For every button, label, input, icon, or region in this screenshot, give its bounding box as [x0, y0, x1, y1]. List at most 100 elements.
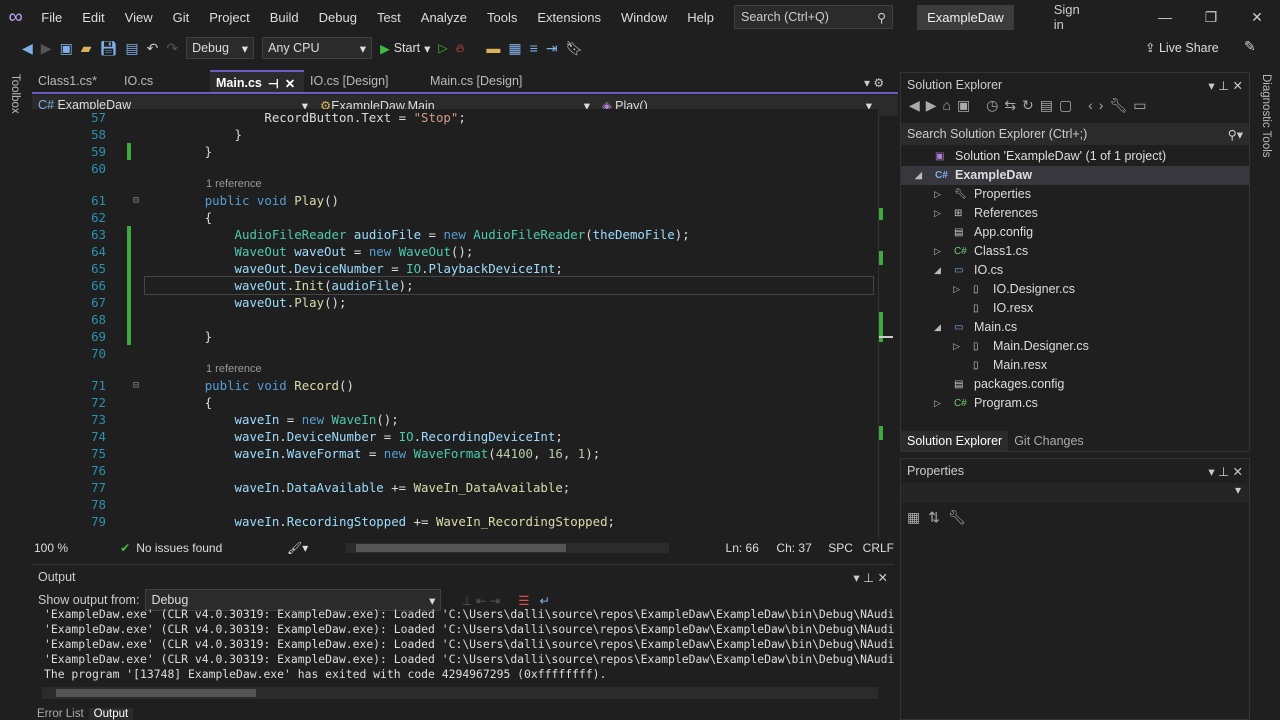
expander-icon[interactable]: ▷	[934, 242, 941, 261]
diagnostic-tools-strip[interactable]: Diagnostic Tools	[1252, 72, 1280, 720]
reference-codelens[interactable]: 1 reference	[32, 362, 878, 377]
tab-overflow-icon[interactable]: ▾ ⚙	[864, 76, 884, 90]
menu-build[interactable]: Build	[260, 10, 309, 25]
hot-reload-icon[interactable]: 🔥︎	[456, 41, 465, 56]
tree-item[interactable]: ▷ C# Program.cs	[901, 394, 1249, 413]
properties-toolbar[interactable]: ▦⇅🔧︎	[901, 503, 1249, 532]
platform-dropdown[interactable]: Any CPU ▾	[262, 37, 373, 59]
code-editor[interactable]: 57 RecordButton.Text = "Stop"; 58 } 59 } 60…	[32, 109, 878, 531]
editor-vertical-scrollbar[interactable]	[878, 116, 894, 538]
code-token: new	[301, 412, 325, 427]
menu-help[interactable]: Help	[677, 10, 724, 25]
tab-solution-explorer[interactable]: Solution Explorer	[901, 431, 1009, 451]
close-window-button[interactable]: ✕	[1234, 9, 1280, 26]
tree-item[interactable]: ▷ 🔧︎ Properties	[901, 185, 1249, 204]
solution-explorer-toolbar[interactable]: ◀▶⌂▣ ◷⇆↻▤▢ ‹›🔧︎▭	[901, 97, 1249, 121]
start-without-debugging-icon[interactable]: ▷	[438, 41, 447, 55]
new-project-icon[interactable]: ▣	[60, 40, 73, 57]
cleanup-icon[interactable]: 🖌︎▾	[287, 541, 346, 555]
menu-analyze[interactable]: Analyze	[411, 10, 477, 25]
menu-file[interactable]: File	[31, 10, 72, 25]
expander-icon[interactable]: ▷	[953, 337, 960, 356]
save-icon[interactable]: 💾︎	[100, 40, 118, 57]
tab-main-cs-design-[interactable]: Main.cs [Design]	[424, 70, 554, 92]
expander-icon[interactable]: ▷	[934, 185, 941, 204]
toolbox-strip[interactable]: Toolbox	[0, 72, 30, 720]
menu-git[interactable]: Git	[163, 10, 200, 25]
zoom-level[interactable]: 100 %	[32, 541, 120, 555]
start-button[interactable]: ▶ Start ▾	[380, 41, 430, 56]
feedback-icon[interactable]: ✎	[1244, 38, 1256, 55]
redo-icon[interactable]: ↷	[166, 40, 178, 57]
close-icon[interactable]: ✕	[285, 76, 295, 91]
solution-search-input[interactable]: Search Solution Explorer (Ctrl+;) ⚲▾	[901, 123, 1249, 145]
tab-output[interactable]: Output	[88, 708, 134, 720]
panel-controls[interactable]: ▾ ⊥ ✕	[1208, 464, 1243, 479]
tree-item[interactable]: ▣ Solution 'ExampleDaw' (1 of 1 project)	[901, 147, 1249, 166]
layout-icon[interactable]: ▦	[508, 40, 521, 57]
menu-extensions[interactable]: Extensions	[527, 10, 611, 25]
expander-icon[interactable]: ▷	[934, 394, 941, 413]
live-share-button[interactable]: ⇪ Live Share	[1145, 40, 1219, 55]
menu-edit[interactable]: Edit	[72, 10, 114, 25]
tab-io-cs[interactable]: IO.cs	[118, 70, 210, 92]
back-icon[interactable]: ◀	[22, 40, 33, 57]
maximize-button[interactable]: ❐	[1188, 9, 1234, 26]
tree-item[interactable]: ▷ ▯ IO.Designer.cs	[901, 280, 1249, 299]
comment-icon[interactable]: ≡	[530, 40, 538, 56]
clear-all-icon[interactable]: ☰	[518, 593, 529, 608]
tree-item-label: Program.cs	[974, 396, 1038, 410]
indent-icon[interactable]: ⇥	[546, 40, 558, 57]
expander-icon[interactable]: ◢	[934, 318, 941, 337]
tree-item[interactable]: ▷ C# Class1.cs	[901, 242, 1249, 261]
tab-main-cs[interactable]: Main.cs ⊣ ✕	[210, 70, 304, 92]
folder-icon[interactable]: ▬	[486, 40, 500, 56]
tab-class1-cs-[interactable]: Class1.cs*	[32, 70, 118, 92]
expander-icon[interactable]: ▷	[953, 280, 960, 299]
reference-codelens[interactable]: 1 reference	[32, 177, 878, 192]
issues-status[interactable]: No issues found	[130, 541, 287, 555]
save-all-icon[interactable]: ▤	[125, 40, 138, 57]
tab-git-changes[interactable]: Git Changes	[1008, 431, 1089, 451]
menu-debug[interactable]: Debug	[309, 10, 367, 25]
tree-item[interactable]: ◢ C# ExampleDaw	[901, 166, 1249, 185]
panel-controls[interactable]: ▾ ⊥ ✕	[1208, 78, 1243, 93]
output-horizontal-scrollbar[interactable]	[42, 687, 878, 699]
panel-controls[interactable]: ▾ ⊥ ✕	[853, 570, 888, 585]
minimize-button[interactable]: —	[1142, 9, 1188, 26]
properties-object-dropdown[interactable]: ▾	[901, 483, 1249, 503]
find-message-icon[interactable]: ⊥ ⇤ ⇥	[461, 593, 500, 608]
code-token: WaveOut	[398, 244, 451, 259]
menu-project[interactable]: Project	[199, 10, 259, 25]
tree-item[interactable]: ▯ IO.resx	[901, 299, 1249, 318]
word-wrap-icon[interactable]: ↵	[539, 593, 549, 608]
tree-item[interactable]: ◢ ▭ IO.cs	[901, 261, 1249, 280]
expander-icon[interactable]: ◢	[915, 166, 922, 185]
expander-icon[interactable]: ◢	[934, 261, 941, 280]
open-icon[interactable]: ▰	[81, 40, 92, 57]
tree-item[interactable]: ◢ ▭ Main.cs	[901, 318, 1249, 337]
editor-horizontal-scrollbar[interactable]	[345, 543, 669, 553]
expander-icon[interactable]: ▷	[934, 204, 941, 223]
configuration-dropdown[interactable]: Debug ▾	[186, 37, 255, 59]
pin-icon[interactable]: ⊣	[268, 76, 279, 91]
search-box[interactable]: Search (Ctrl+Q) ⚲	[733, 5, 894, 29]
sign-in-link[interactable]: Sign in	[1054, 2, 1082, 32]
tree-item[interactable]: ▤ packages.config	[901, 375, 1249, 394]
collapse-icon[interactable]: ⊟	[133, 192, 139, 209]
tree-item[interactable]: ▷ ▯ Main.Designer.cs	[901, 337, 1249, 356]
tree-item[interactable]: ▯ Main.resx	[901, 356, 1249, 375]
menu-window[interactable]: Window	[611, 10, 677, 25]
collapse-icon[interactable]: ⊟	[133, 377, 139, 394]
undo-icon[interactable]: ↶	[147, 40, 159, 57]
menu-tools[interactable]: Tools	[477, 10, 527, 25]
forward-icon[interactable]: ▶	[41, 40, 52, 57]
bookmark-icon[interactable]: 🔖︎	[566, 40, 584, 57]
tree-item[interactable]: ▤ App.config	[901, 223, 1249, 242]
menu-view[interactable]: View	[115, 10, 163, 25]
menu-test[interactable]: Test	[367, 10, 411, 25]
tree-item[interactable]: ▷ ⊞ References	[901, 204, 1249, 223]
tab-io-cs-design-[interactable]: IO.cs [Design]	[304, 70, 424, 92]
tab-error-list[interactable]: Error List	[32, 708, 89, 720]
